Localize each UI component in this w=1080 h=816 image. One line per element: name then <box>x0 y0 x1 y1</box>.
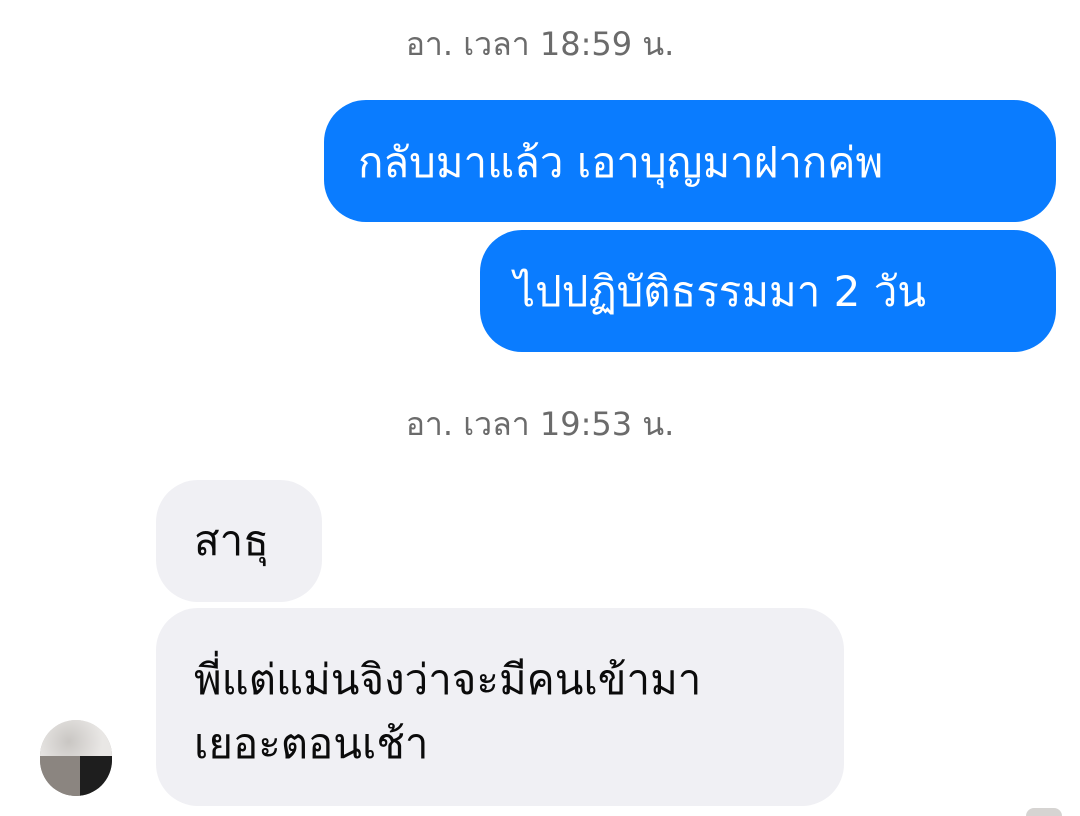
avatar-icon[interactable] <box>40 720 112 796</box>
timestamp-divider: อา. เวลา 19:53 น. <box>405 405 675 443</box>
sent-message-bubble[interactable]: ไปปฏิบัติธรรมมา 2 วัน <box>480 230 1056 352</box>
received-message-bubble[interactable]: สาธุ <box>156 480 322 602</box>
timestamp-divider: อา. เวลา 18:59 น. <box>405 25 675 63</box>
sent-message-bubble[interactable]: กลับมาแล้ว เอาบุญมาฝากค่พ <box>324 100 1056 222</box>
reaction-avatar-icon <box>1026 808 1062 816</box>
chat-thread: อา. เวลา 18:59 น. กลับมาแล้ว เอาบุญมาฝาก… <box>0 0 1080 816</box>
received-message-bubble[interactable]: พี่แต่แม่นจิงว่าจะมีคนเข้ามา เยอะตอนเช้า <box>156 608 844 806</box>
